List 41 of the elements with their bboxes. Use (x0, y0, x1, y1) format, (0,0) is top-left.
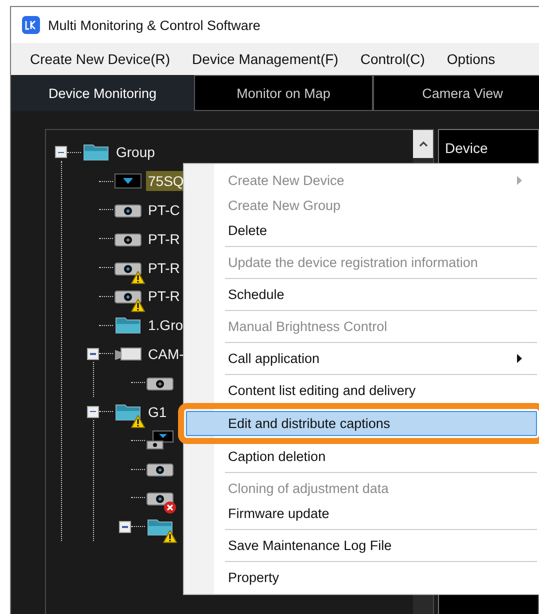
folder-icon (145, 516, 175, 537)
context-menu-item[interactable]: Save Maintenance Log File (186, 533, 537, 558)
collapse-toggle[interactable] (55, 146, 67, 158)
tree-item[interactable]: Group (114, 142, 157, 162)
menu-bar-item[interactable]: Create New Device(R) (30, 51, 170, 67)
collapse-toggle[interactable] (87, 348, 99, 360)
tree-item[interactable]: PT-R (146, 258, 182, 278)
folder-icon (113, 402, 143, 422)
folder-icon (113, 315, 143, 336)
context-menu-item[interactable]: Content list editing and delivery (186, 378, 537, 403)
context-menu-item[interactable]: Delete (186, 218, 537, 243)
menu-bar-item[interactable]: Options (446, 51, 496, 67)
submenu-arrow-icon (517, 176, 522, 185)
tab[interactable]: Camera View (373, 75, 539, 111)
context-menu-item[interactable]: Call application (186, 346, 537, 371)
tree-item[interactable]: PT-R (146, 286, 182, 306)
monitor-icon (113, 171, 143, 192)
column-header: Device (445, 140, 488, 156)
tree-item[interactable]: PT-R (146, 228, 182, 249)
tab[interactable]: Device Monitoring (11, 75, 194, 111)
tree-item[interactable]: G1 (146, 402, 169, 422)
tree-item[interactable]: CAM- (146, 344, 186, 364)
tab[interactable]: Monitor on Map (194, 75, 373, 111)
folder-icon (81, 142, 111, 162)
monitor-projector-icon (145, 430, 175, 450)
scroll-up-button[interactable] (413, 130, 433, 158)
context-menu-item[interactable]: Property (186, 565, 537, 590)
collapse-toggle[interactable] (87, 406, 99, 418)
submenu-arrow-icon (517, 354, 522, 363)
tree-item[interactable]: 75SQ (146, 171, 186, 192)
caret-up-icon (418, 141, 428, 147)
collapse-toggle[interactable] (119, 520, 131, 533)
window-title: Multi Monitoring & Control Software (48, 18, 260, 32)
context-menu-item[interactable]: Schedule (186, 282, 537, 307)
app-logo-icon (22, 16, 40, 34)
context-menu-item[interactable]: Caption deletion (186, 444, 537, 469)
context-menu-item[interactable]: Firmware update (186, 501, 537, 526)
tree-item[interactable]: PT-C (146, 200, 182, 220)
menu-bar-item[interactable]: Control(C) (360, 51, 425, 67)
menu-bar-item[interactable]: Device Management(F) (192, 51, 338, 67)
tree-item[interactable]: 1.Gro (146, 315, 186, 336)
